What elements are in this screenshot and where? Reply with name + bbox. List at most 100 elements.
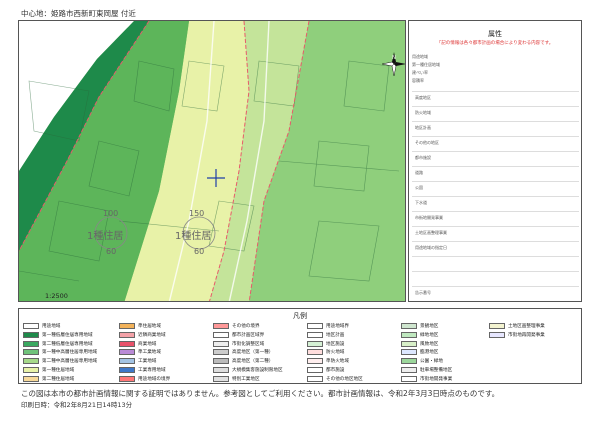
attr-row: 市街地開発事業 xyxy=(415,215,443,220)
legend-item: 高度地区（第二種） xyxy=(213,357,273,365)
legend-item: 都市計画区域界 xyxy=(213,331,264,339)
legend-label: 大規模集客施設制限地区 xyxy=(232,368,283,373)
legend-label: 都市施設 xyxy=(326,368,345,373)
legend-item: 高度地区（第一種） xyxy=(213,348,273,356)
legend-swatch xyxy=(119,331,135,338)
legend-item: 第二種低層住居専用地域 xyxy=(23,340,93,348)
legend-label: 高度地区（第二種） xyxy=(232,359,274,365)
legend-item: 特別工業地区 xyxy=(213,375,260,383)
zoning-map[interactable]: 1種住居 1種住居 100 60 150 60 1:2500 N xyxy=(18,20,406,302)
legend-swatch xyxy=(23,331,39,338)
legend-item: その他の境界 xyxy=(213,322,260,330)
legend-swatch xyxy=(213,349,229,356)
legend-item: 土地区画整理事業 xyxy=(489,322,545,330)
legend-label: 用途地域界 xyxy=(326,324,349,329)
legend-label: 第一種中高層住居専用地域 xyxy=(42,350,98,356)
legend-swatch xyxy=(401,375,417,382)
attr-row: 第一種住居地域 xyxy=(412,62,440,67)
legend-label: 高度地区（第一種） xyxy=(232,350,274,356)
legend-swatch xyxy=(119,340,135,347)
attr-row: その他の地区 xyxy=(415,140,439,145)
legend-item: 用途地域の境界 xyxy=(119,375,170,383)
legend-label: 景観地区 xyxy=(420,324,439,329)
legend-label: 都市計画区域界 xyxy=(232,332,265,338)
legend-label: 市街地再開発事業 xyxy=(508,332,545,338)
compass-icon: N xyxy=(381,52,405,77)
legend-swatch xyxy=(307,323,323,329)
legend-title: 凡例 xyxy=(293,312,307,320)
legend-swatch xyxy=(213,323,229,329)
legend-label: 第二種住居地域 xyxy=(42,376,75,382)
legend-label: 第一種低層住居専用地域 xyxy=(42,332,93,338)
legend-swatch xyxy=(489,331,505,338)
legend-swatch xyxy=(401,340,417,347)
attr-row: 告示番号 xyxy=(415,290,431,295)
legend-label: 市街地開発事業 xyxy=(420,376,453,382)
legend-swatch xyxy=(213,358,229,365)
attr-row: 道路 xyxy=(415,170,423,175)
legend-label: 特別工業地区 xyxy=(232,376,260,382)
legend-swatch xyxy=(119,358,135,365)
number-label-4: 60 xyxy=(194,247,205,256)
legend-label: 地区施設 xyxy=(326,341,345,347)
number-label-1: 100 xyxy=(103,209,119,218)
legend-swatch xyxy=(119,367,135,373)
legend-swatch xyxy=(307,340,323,347)
scale-label: 1:2500 xyxy=(45,292,68,300)
legend-item: 第二種住居地域 xyxy=(23,375,74,383)
legend-swatch xyxy=(23,323,39,329)
attr-row: 用途地域の指定日 xyxy=(415,245,447,250)
legend-label: 用途地域の境界 xyxy=(138,376,171,382)
legend-label: 地区計画 xyxy=(326,332,345,338)
legend-item: 第一種中高層住居専用地域 xyxy=(23,348,97,356)
print-date: 印刷日時：令和2年8月21日14時13分 xyxy=(21,401,133,409)
legend-label: その他の地区地区 xyxy=(326,376,363,382)
disclaimer-notice: この図は本市の都市計画情報に関する証明ではありません。参考図としてご利用ください… xyxy=(21,389,500,398)
legend-item: 大規模集客施設制限地区 xyxy=(213,366,283,374)
legend-label: 用途地域 xyxy=(42,324,61,329)
legend-swatch xyxy=(307,367,323,373)
legend-label: 防火地域 xyxy=(326,350,345,356)
legend-item: その他の地区地区 xyxy=(307,375,363,383)
attr-row: 建ぺい率 xyxy=(412,70,428,75)
legend-item: 準防火地域 xyxy=(307,357,349,365)
attr-row: 土地区画整理事業 xyxy=(415,230,447,235)
attr-row: 高度地区 xyxy=(415,95,431,100)
number-label-3: 150 xyxy=(189,209,205,218)
legend-swatch xyxy=(213,340,229,347)
attr-row: 下水道 xyxy=(415,200,427,205)
legend-label: 土地区画整理事業 xyxy=(508,324,545,329)
number-label-2: 60 xyxy=(106,247,117,256)
legend-item: 商業地域 xyxy=(119,340,156,348)
legend-label: 第二種中高層住居専用地域 xyxy=(42,359,98,365)
legend-swatch xyxy=(23,367,39,373)
zone-label-center: 1種住居 xyxy=(175,231,212,242)
legend-label: 公園・緑地 xyxy=(420,359,443,365)
legend-item: 緑地地区 xyxy=(401,331,438,339)
legend-item: 臨港地区 xyxy=(401,348,438,356)
legend-label: 準住居地域 xyxy=(138,324,161,329)
legend-swatch xyxy=(401,367,417,373)
attr-row: 都市施設 xyxy=(415,155,431,160)
legend-item: 近隣商業地域 xyxy=(119,331,166,339)
legend-swatch xyxy=(23,358,39,365)
legend-label: 緑地地区 xyxy=(420,332,439,338)
legend-swatch xyxy=(213,375,229,382)
legend-item: 準住居地域 xyxy=(119,322,161,330)
attr-row: 防火地域 xyxy=(415,110,431,115)
legend-swatch xyxy=(401,331,417,338)
legend-label: その他の境界 xyxy=(232,324,260,329)
attr-row: 公園 xyxy=(415,185,423,190)
legend-item: 市街化調整区域 xyxy=(213,340,264,348)
center-label: 中心地：姫路市西新町東岡屋 付近 xyxy=(21,9,136,18)
legend-label: 臨港地区 xyxy=(420,350,439,356)
legend-swatch xyxy=(307,331,323,338)
zone-label-west: 1種住居 xyxy=(87,231,124,242)
legend-swatch xyxy=(119,323,135,329)
legend-label: 近隣商業地域 xyxy=(138,332,166,338)
legend-item: 駐車場整備地区 xyxy=(401,366,452,374)
legend-item: 工業地域 xyxy=(119,357,156,365)
legend-swatch xyxy=(213,331,229,338)
legend-label: 第一種住居地域 xyxy=(42,368,75,373)
legend-item: 用途地域 xyxy=(23,322,60,330)
